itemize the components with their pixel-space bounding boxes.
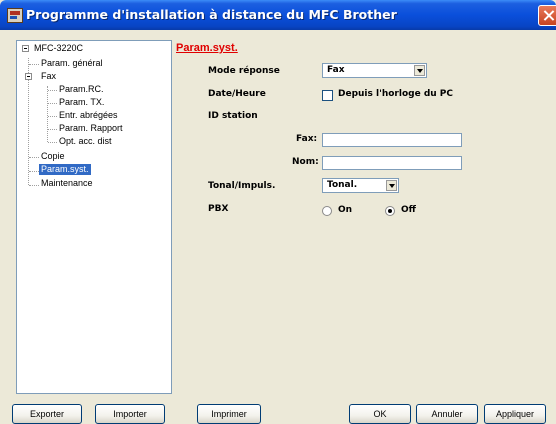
tree-item-fax[interactable]: Fax bbox=[41, 71, 56, 82]
tonal-value: Tonal. bbox=[327, 180, 358, 190]
id-station-label: ID station bbox=[208, 111, 258, 121]
tree-line bbox=[48, 129, 57, 130]
exporter-button[interactable]: Exporter bbox=[12, 404, 82, 424]
pbx-on-label[interactable]: On bbox=[338, 205, 352, 215]
mode-reponse-value: Fax bbox=[327, 65, 345, 75]
tree-item-entr-abregees[interactable]: Entr. abrégées bbox=[59, 110, 118, 121]
pbx-label: PBX bbox=[208, 204, 229, 214]
tree-line bbox=[48, 103, 57, 104]
collapse-root-icon[interactable] bbox=[22, 45, 29, 52]
tonal-label: Tonal/Impuls. bbox=[208, 181, 276, 191]
window-title: Programme d'installation à distance du M… bbox=[26, 7, 397, 22]
tree-item-param-tx[interactable]: Param. TX. bbox=[59, 97, 104, 108]
ok-button[interactable]: OK bbox=[349, 404, 411, 424]
tonal-select[interactable]: Tonal. bbox=[322, 178, 399, 193]
mode-reponse-select[interactable]: Fax bbox=[322, 63, 427, 78]
fax-field-label: Fax: bbox=[296, 134, 318, 144]
pbx-off-label[interactable]: Off bbox=[401, 205, 416, 215]
tree-root[interactable]: MFC-3220C bbox=[34, 43, 83, 54]
pbx-off-radio[interactable] bbox=[385, 206, 395, 216]
collapse-fax-icon[interactable] bbox=[25, 73, 32, 80]
annuler-button[interactable]: Annuler bbox=[416, 404, 478, 424]
appliquer-button[interactable]: Appliquer bbox=[484, 404, 546, 424]
tree-item-param-syst[interactable]: Param.syst. bbox=[39, 164, 91, 175]
installer-window: Programme d'installation à distance du M… bbox=[0, 0, 556, 424]
pbx-on-radio[interactable] bbox=[322, 206, 332, 216]
tree-line bbox=[48, 116, 57, 117]
title-bar[interactable]: Programme d'installation à distance du M… bbox=[0, 0, 556, 30]
tree-line bbox=[48, 90, 57, 91]
tree-item-param-rc[interactable]: Param.RC. bbox=[59, 84, 104, 95]
tree-line bbox=[48, 142, 57, 143]
tree-line bbox=[29, 185, 39, 186]
date-heure-label: Date/Heure bbox=[208, 89, 266, 99]
imprimer-button[interactable]: Imprimer bbox=[197, 404, 261, 424]
fax-field[interactable] bbox=[322, 133, 462, 147]
app-icon bbox=[7, 8, 23, 23]
panel-title: Param.syst. bbox=[176, 42, 238, 54]
date-heure-checkbox[interactable] bbox=[322, 90, 333, 101]
tree-item-opt-acc-dist[interactable]: Opt. acc. dist bbox=[59, 136, 112, 147]
tree-item-param-general[interactable]: Param. général bbox=[41, 58, 103, 69]
tree-item-param-rapport[interactable]: Param. Rapport bbox=[59, 123, 123, 134]
tree-line bbox=[29, 157, 39, 158]
chevron-down-icon[interactable] bbox=[386, 180, 397, 191]
tree-line bbox=[29, 64, 39, 65]
importer-button[interactable]: Importer bbox=[95, 404, 165, 424]
tree-line bbox=[47, 86, 48, 142]
date-heure-checkbox-label[interactable]: Depuis l'horloge du PC bbox=[338, 89, 453, 99]
tree-item-maintenance[interactable]: Maintenance bbox=[41, 178, 93, 189]
nom-field-label: Nom: bbox=[292, 157, 319, 167]
close-button[interactable] bbox=[538, 5, 556, 26]
nom-field[interactable] bbox=[322, 156, 462, 170]
tree-item-copie[interactable]: Copie bbox=[41, 151, 65, 162]
settings-tree[interactable]: MFC-3220C Param. général Fax Param.RC. P… bbox=[16, 40, 172, 394]
mode-reponse-label: Mode réponse bbox=[208, 66, 280, 76]
chevron-down-icon[interactable] bbox=[414, 65, 425, 76]
tree-line bbox=[29, 171, 39, 172]
